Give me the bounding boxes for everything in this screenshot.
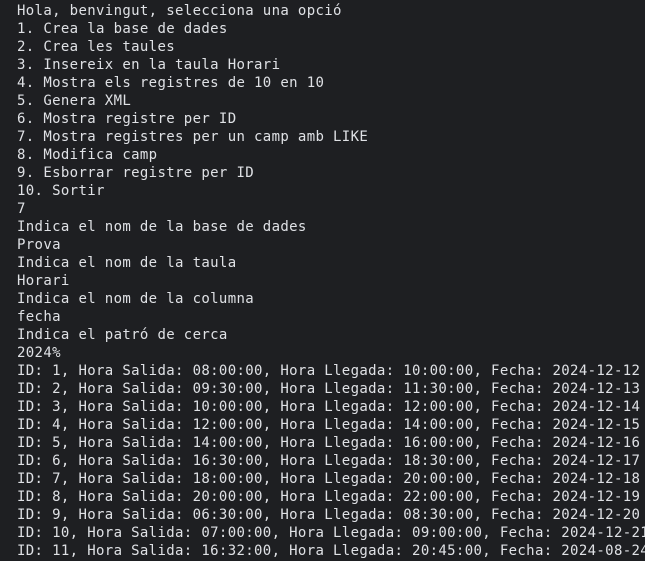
result-row: ID: 7, Hora Salida: 18:00:00, Hora Llega…: [17, 471, 641, 487]
menu-option-insert-horari: 3. Insereix en la taula Horari: [17, 57, 281, 73]
result-row: ID: 3, Hora Salida: 10:00:00, Hora Llega…: [17, 399, 641, 415]
result-row: ID: 9, Hora Salida: 06:30:00, Hora Llega…: [17, 507, 641, 523]
user-input-search-pattern: 2024%: [17, 345, 61, 361]
result-row: ID: 5, Hora Salida: 14:00:00, Hora Llega…: [17, 435, 641, 451]
user-input-option: 7: [17, 201, 26, 217]
prompt-search-pattern: Indica el patró de cerca: [17, 327, 228, 343]
user-input-table-name: Horari: [17, 273, 70, 289]
menu-option-modify-field: 8. Modifica camp: [17, 147, 158, 163]
prompt-column-name: Indica el nom de la columna: [17, 291, 255, 307]
result-row: ID: 1, Hora Salida: 08:00:00, Hora Llega…: [17, 363, 641, 379]
menu-greeting: Hola, benvingut, selecciona una opció: [17, 3, 342, 19]
user-input-column-name: fecha: [17, 309, 61, 325]
result-row: ID: 4, Hora Salida: 12:00:00, Hora Llega…: [17, 417, 641, 433]
prompt-database-name: Indica el nom de la base de dades: [17, 219, 307, 235]
menu-option-generate-xml: 5. Genera XML: [17, 93, 132, 109]
menu-option-show-like: 7. Mostra registres per un camp amb LIKE: [17, 129, 369, 145]
menu-option-create-database: 1. Crea la base de dades: [17, 21, 228, 37]
menu-option-delete-by-id: 9. Esborrar registre per ID: [17, 165, 255, 181]
prompt-table-name: Indica el nom de la taula: [17, 255, 237, 271]
result-row: ID: 8, Hora Salida: 20:00:00, Hora Llega…: [17, 489, 641, 505]
menu-option-exit: 10. Sortir: [17, 183, 105, 199]
terminal-output[interactable]: Hola, benvingut, selecciona una opció 1.…: [0, 0, 645, 561]
result-row: ID: 10, Hora Salida: 07:00:00, Hora Lleg…: [17, 525, 645, 541]
result-row: ID: 6, Hora Salida: 16:30:00, Hora Llega…: [17, 453, 641, 469]
result-row: ID: 11, Hora Salida: 16:32:00, Hora Lleg…: [17, 543, 645, 559]
user-input-database-name: Prova: [17, 237, 61, 253]
menu-option-show-by-id: 6. Mostra registre per ID: [17, 111, 237, 127]
result-row: ID: 2, Hora Salida: 09:30:00, Hora Llega…: [17, 381, 641, 397]
menu-option-show-records-10: 4. Mostra els registres de 10 en 10: [17, 75, 325, 91]
menu-option-create-tables: 2. Crea les taules: [17, 39, 176, 55]
